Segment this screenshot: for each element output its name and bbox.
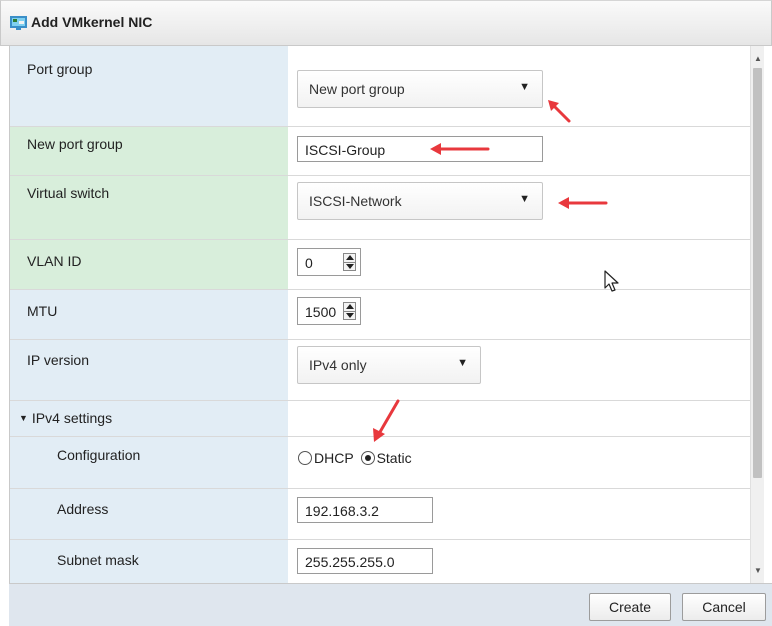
virtual-switch-select[interactable]: ISCSI-Network ▼ [297, 182, 543, 220]
ip-version-label: IP version [27, 352, 89, 368]
vlan-id-label: VLAN ID [27, 253, 82, 269]
configuration-label: Configuration [57, 447, 141, 463]
mouse-pointer-icon [604, 270, 619, 292]
mtu-spinner[interactable]: 1500 [297, 297, 361, 325]
row-new-port-group: New port group ISCSI-Group [10, 127, 759, 176]
dhcp-radio[interactable] [298, 451, 312, 465]
triangle-down-icon: ▼ [519, 193, 530, 205]
ipv4-settings-toggle[interactable]: ▼ IPv4 settings [19, 410, 112, 426]
static-radio-label[interactable]: Static [377, 450, 412, 466]
new-port-group-label: New port group [27, 136, 123, 152]
title-bar: Add VMkernel NIC [0, 0, 772, 46]
dhcp-radio-label[interactable]: DHCP [314, 450, 354, 466]
configuration-radio-group: DHCP Static [298, 450, 415, 466]
form-content: Port group New port group ▼ New port gro… [9, 46, 770, 583]
triangle-down-icon: ▼ [519, 81, 530, 93]
vmkernel-nic-icon [10, 16, 27, 30]
add-vmkernel-nic-dialog: Add VMkernel NIC Port group New port gro… [0, 0, 772, 626]
port-group-select-value: New port group [309, 81, 405, 97]
spinner-arrows-icon[interactable] [343, 253, 356, 271]
row-configuration: Configuration DHCP Static [10, 437, 759, 489]
create-button[interactable]: Create [589, 593, 671, 621]
address-input[interactable]: 192.168.3.2 [297, 497, 433, 523]
row-virtual-switch: Virtual switch ISCSI-Network ▼ [10, 176, 759, 240]
dialog-title: Add VMkernel NIC [31, 14, 153, 30]
row-mtu: MTU 1500 [10, 290, 759, 340]
new-port-group-value: ISCSI-Group [305, 142, 386, 158]
scrollbar-thumb[interactable] [753, 68, 762, 478]
triangle-down-icon: ▼ [457, 357, 468, 369]
row-ipv4-settings: ▼ IPv4 settings [10, 401, 759, 437]
ipv4-settings-label: IPv4 settings [31, 410, 113, 426]
subnet-mask-value: 255.255.255.0 [305, 554, 395, 570]
spinner-arrows-icon[interactable] [343, 302, 356, 320]
address-value: 192.168.3.2 [305, 503, 379, 519]
subnet-mask-input[interactable]: 255.255.255.0 [297, 548, 433, 574]
port-group-select[interactable]: New port group ▼ [297, 70, 543, 108]
row-port-group: Port group New port group ▼ [10, 46, 759, 127]
row-subnet-mask: Subnet mask 255.255.255.0 [10, 540, 759, 583]
mtu-label: MTU [27, 303, 58, 319]
row-vlan-id: VLAN ID 0 [10, 240, 759, 290]
row-ip-version: IP version IPv4 only ▼ [10, 340, 759, 401]
scroll-down-icon[interactable]: ▼ [754, 566, 762, 575]
subnet-mask-label: Subnet mask [57, 552, 139, 568]
cancel-button[interactable]: Cancel [682, 593, 766, 621]
static-radio[interactable] [360, 451, 375, 465]
vertical-scrollbar[interactable]: ▲ ▼ [750, 46, 764, 583]
caret-down-icon: ▼ [19, 413, 28, 423]
vlan-id-spinner[interactable]: 0 [297, 248, 361, 276]
dialog-footer: Create Cancel [9, 583, 772, 626]
scroll-up-icon[interactable]: ▲ [754, 54, 762, 63]
vlan-id-value: 0 [305, 255, 313, 271]
row-address: Address 192.168.3.2 [10, 489, 759, 540]
virtual-switch-label: Virtual switch [27, 185, 110, 201]
new-port-group-input[interactable]: ISCSI-Group [297, 136, 543, 162]
ip-version-select-value: IPv4 only [309, 357, 367, 373]
address-label: Address [57, 501, 109, 517]
virtual-switch-select-value: ISCSI-Network [309, 193, 402, 209]
port-group-label: Port group [27, 61, 93, 77]
ip-version-select[interactable]: IPv4 only ▼ [297, 346, 481, 384]
mtu-value: 1500 [305, 304, 337, 320]
